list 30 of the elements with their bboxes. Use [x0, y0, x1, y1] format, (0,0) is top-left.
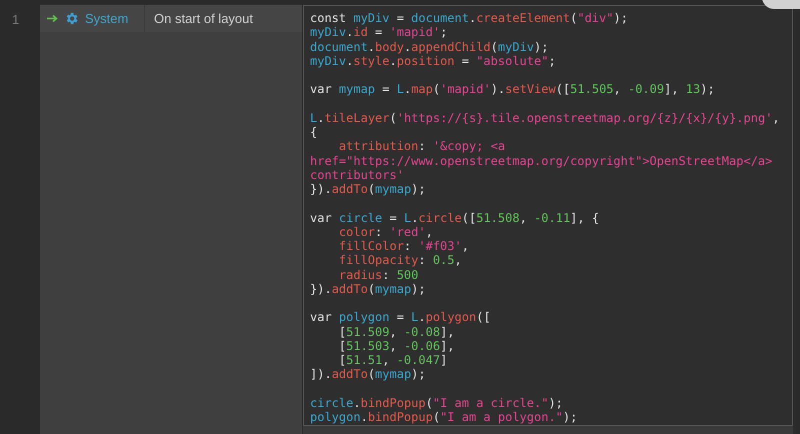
object-name[interactable]: System	[85, 11, 128, 26]
code-line: const myDiv = document.createElement("div");	[310, 11, 628, 26]
code-line: L.tileLayer('https://{s}.tile.openstreetmap.org/{z}/{x}/{y}.png',	[310, 110, 780, 125]
line-number: 1	[12, 12, 20, 27]
code-line: color: 'red',	[338, 224, 433, 239]
code-line: var circle = L.circle([51.508, -0.11], {	[310, 210, 600, 225]
code-line: var mymap = L.map('mapid').setView([51.505, -0.09], 13);	[310, 82, 715, 96]
code-editor[interactable]	[303, 5, 793, 426]
code-line: document.body.appendChild(myDiv);	[310, 40, 548, 54]
code-line: myDiv.id = 'mapid';	[310, 25, 448, 40]
condition-text[interactable]: On start of layout	[145, 11, 253, 26]
code-line: href="https://www.openstreetmap.org/copyright">OpenStreetMap</a>	[310, 154, 772, 168]
code-line: attribution: '&copy; <a	[338, 139, 506, 154]
code-line: [51.509, -0.08],	[338, 324, 455, 339]
gear-icon	[64, 11, 79, 26]
code-line: }).addTo(mymap);	[310, 282, 426, 296]
code-line: circle.bindPopup("I am a circle.");	[310, 396, 563, 410]
code-line: var polygon = L.polygon([	[310, 310, 491, 324]
code-line: radius: 500	[338, 268, 418, 282]
code-line: ]).addTo(mymap);	[310, 367, 426, 382]
code-line: myDiv.style.position = "absolute";	[310, 54, 556, 68]
code-line: }).addTo(mymap);	[310, 182, 426, 196]
code-line: contributors'	[310, 168, 404, 182]
code-line: [51.51, -0.047]	[338, 353, 448, 368]
code-line: {	[310, 125, 318, 140]
code-line: fillColor: '#f03',	[338, 239, 469, 254]
arrow-icon	[47, 14, 58, 23]
code-line: [51.503, -0.06],	[338, 338, 455, 353]
code-line: fillOpacity: 0.5,	[338, 253, 462, 268]
code-line: polygon.bindPopup("I am a polygon.");	[310, 410, 578, 424]
